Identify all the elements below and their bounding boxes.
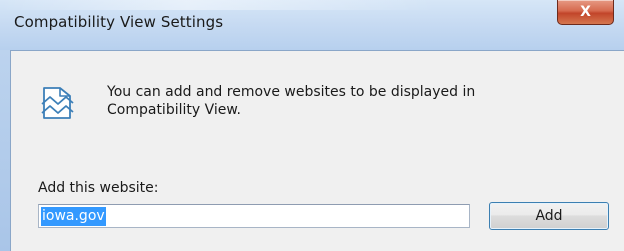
close-icon: X — [580, 4, 591, 20]
compatibility-view-icon — [41, 87, 74, 119]
add-website-label: Add this website: — [38, 180, 159, 196]
info-message: You can add and remove websites to be di… — [107, 83, 587, 119]
title-bar: Compatibility View Settings X — [0, 0, 624, 50]
add-button[interactable]: Add — [489, 202, 609, 230]
window-frame-left — [0, 50, 10, 251]
website-input[interactable]: iowa.gov — [38, 204, 470, 228]
selected-website-text: iowa.gov — [41, 206, 106, 226]
info-message-line-1: You can add and remove websites to be di… — [107, 84, 476, 100]
close-button[interactable]: X — [557, 0, 614, 25]
info-message-line-2: Compatibility View. — [107, 102, 241, 118]
compatibility-view-settings-dialog: Compatibility View Settings X You can ad… — [0, 0, 624, 251]
window-title: Compatibility View Settings — [14, 13, 224, 31]
